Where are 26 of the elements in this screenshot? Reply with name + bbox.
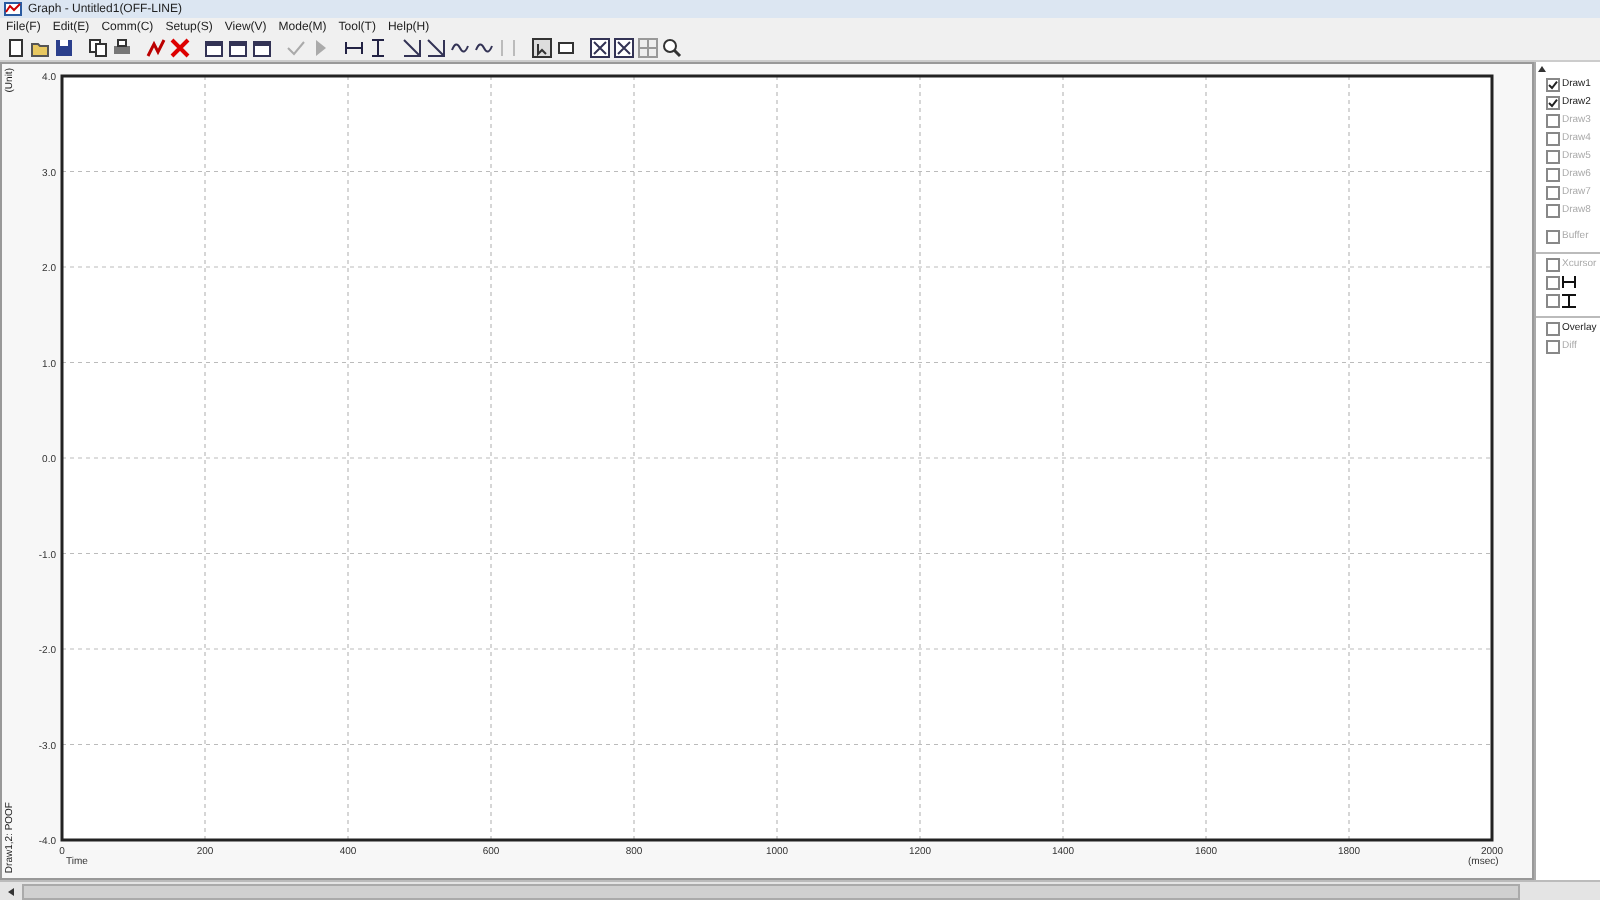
scale-icon[interactable] xyxy=(402,38,422,58)
new-file-icon[interactable] xyxy=(6,38,26,58)
horizontal-scrollbar[interactable] xyxy=(0,880,1600,900)
save-icon[interactable] xyxy=(54,38,74,58)
window-icon[interactable] xyxy=(228,38,248,58)
check-icon[interactable] xyxy=(286,38,306,58)
scale-icon[interactable] xyxy=(426,38,446,58)
fit-icon[interactable] xyxy=(614,38,634,58)
scroll-left-icon[interactable] xyxy=(8,887,14,895)
print-icon[interactable] xyxy=(112,38,132,58)
horizontal-cursor-icon xyxy=(1562,276,1576,288)
window-icon[interactable] xyxy=(252,38,272,58)
window-icon[interactable] xyxy=(204,38,224,58)
caret-icon xyxy=(1538,66,1546,72)
zoom-y-icon[interactable] xyxy=(368,38,388,58)
graph-icon[interactable] xyxy=(146,38,166,58)
vertical-cursor-icon xyxy=(1562,293,1576,307)
frame-icon[interactable] xyxy=(556,38,576,58)
delete-icon[interactable] xyxy=(170,38,190,58)
copy-icon[interactable] xyxy=(88,38,108,58)
zoom-x-icon[interactable] xyxy=(344,38,364,58)
fit-icon[interactable] xyxy=(590,38,610,58)
magnifier-icon[interactable] xyxy=(662,38,682,58)
open-folder-icon[interactable] xyxy=(30,38,50,58)
app-icon xyxy=(4,2,22,16)
select-icon[interactable] xyxy=(532,38,552,58)
